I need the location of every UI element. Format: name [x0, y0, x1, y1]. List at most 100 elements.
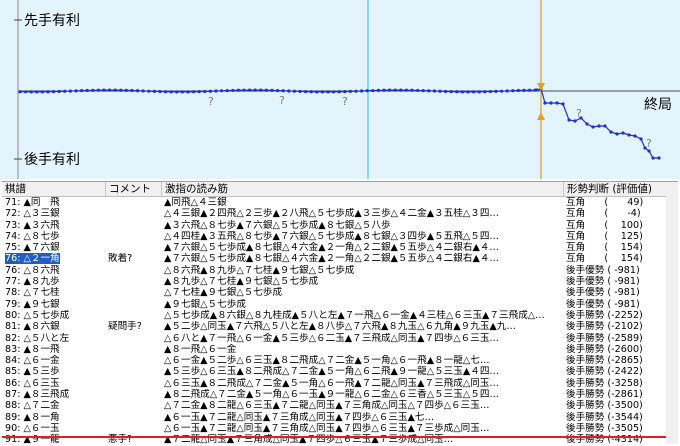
evaluation-point	[365, 89, 369, 93]
table-row[interactable]: 73: ▲３六飛 ▲３六飛△８七歩▲７六銀△５七歩成▲８七銀△５八歩 互角 ( 10…	[2, 220, 678, 231]
evaluation-cell: 後手勝勢 (-2422)	[566, 366, 643, 378]
evaluation-point	[203, 89, 207, 94]
table-row[interactable]: 74: △８七歩 △４四桂▲３五飛△８七歩▲７六銀△５七歩成▲８七銀△３四歩▲５五…	[2, 231, 678, 242]
evaluation-point	[543, 101, 547, 105]
move-text: 72: △３三銀	[5, 208, 60, 220]
header-comment[interactable]: コメント	[106, 182, 162, 196]
move-text: 75: ▲７六銀	[5, 242, 60, 254]
move-text: 73: ▲３六飛	[5, 219, 60, 231]
evaluation-point	[68, 89, 72, 93]
evaluation-cell: 後手優勢 ( -981)	[566, 287, 640, 299]
question-mark-icon: ?	[208, 95, 214, 108]
evaluation-cell: 後手勝勢 (-3258)	[566, 377, 643, 389]
table-row[interactable]: 79: ▲９七銀 ▲９七銀△５七歩成 後手優勢 ( -981)	[2, 299, 678, 310]
evaluation-point	[603, 124, 607, 128]
table-row[interactable]: 85: ▲５三歩 ▲５三歩△６三玉▲８二飛成△７二金▲５一角△６二飛▲９一龍△５三…	[2, 366, 678, 377]
evaluation-point	[609, 130, 613, 134]
evaluation-point	[231, 88, 235, 93]
sente-advantage-label: 先手有利	[24, 13, 80, 29]
evaluation-point	[483, 90, 487, 94]
evaluation-point	[376, 88, 380, 92]
move-text: 77: ▲８九歩	[5, 276, 60, 288]
move-cell: 86: △６三玉	[5, 378, 105, 389]
header-reading[interactable]: 激指の読み筋	[162, 182, 564, 196]
table-row[interactable]: 87: ▲８三飛成 ▲８二飛成△７二金▲５一角△６一玉▲９一龍△６二金△６三香△５…	[2, 389, 678, 400]
question-mark-icon: ?	[646, 137, 652, 150]
reading-cell: ▲９七銀△５七歩成	[164, 298, 246, 310]
evaluation-point	[639, 137, 643, 141]
evaluation-graph[interactable]: 先手有利 後手有利 終局 ?????	[0, 0, 680, 179]
move-cell: 85: ▲５三歩	[5, 366, 105, 377]
table-row[interactable]: 78: △７七桂 △７七桂▲９七銀△５七歩成 後手優勢 ( -981)	[2, 287, 678, 298]
evaluation-point	[455, 90, 459, 94]
header-evaluation[interactable]: 形勢判断 (評価値)	[564, 182, 678, 196]
comment-cell	[108, 355, 160, 366]
move-cell: 76: △２一角	[5, 253, 105, 265]
evaluation-point	[175, 90, 179, 94]
reading-cell: △４三銀▲２四飛△２三歩▲２八飛△５七歩成▲３三歩△４二金▲３五桂△３四…	[164, 208, 500, 220]
reading-cell: ▲同飛△４三銀	[164, 197, 227, 208]
evaluation-point	[108, 88, 112, 92]
evaluation-point	[633, 134, 637, 138]
table-row[interactable]: 77: ▲８九歩 ▲８九歩△７七桂▲９七銀△５七歩成 後手優勢 ( -981)	[2, 276, 678, 287]
move-cell: 84: △６一金	[5, 355, 105, 366]
evaluation-point	[472, 90, 476, 94]
table-row[interactable]: 76: △８六飛 △８六飛▲８九歩△７七桂▲９七銀△５七歩成 後手優勢 ( -981…	[2, 265, 678, 276]
table-row[interactable]: 89: ▲８一角 ▲６一玉▲７二龍△同玉▲７三角成△同玉▲７四歩△６三玉▲七… 後手…	[2, 412, 678, 423]
evaluation-point	[57, 89, 61, 94]
evaluation-point	[298, 89, 302, 94]
move-text: 76: △８六飛	[5, 264, 60, 276]
evaluation-point	[29, 90, 33, 94]
table-row[interactable]: 75: ▲７六銀 ▲７六銀△５七歩成▲８七銀△４六金▲２一角△２二銀▲５五歩△４二…	[2, 242, 678, 253]
evaluation-point	[522, 88, 526, 92]
table-row[interactable]: 90: △６一玉 △６一玉▲７二龍△同玉▲７三角成△同玉▲７四歩△６三玉▲７三歩成…	[2, 423, 678, 434]
move-cell: 88: △７二金	[5, 400, 105, 411]
evaluation-point	[259, 88, 263, 92]
evaluation-point	[567, 118, 571, 122]
table-row[interactable]: 86: △６三玉 △６三玉▲８二飛成△７二金▲５一角△６一飛▲７二龍△同玉▲７三飛…	[2, 378, 678, 389]
comment-cell	[108, 344, 160, 355]
table-row[interactable]: 71: ▲同 飛 ▲同飛△４三銀 互角 ( 49)	[2, 197, 678, 208]
table-row[interactable]: 76: △２一角 敗着? ▲７六銀△５七歩成▲８七銀△４六金▲２一角△２二銀▲５五歩…	[2, 253, 678, 265]
move-cell: 72: △３三銀	[5, 208, 105, 219]
table-row[interactable]: 80: △５七歩成 △５七歩成▲８六銀△８九桂成▲５八と左▲７一飛△６一金▲４三桂…	[2, 310, 678, 321]
evaluation-cell: 後手勝勢 (-2252)	[566, 309, 643, 321]
move-cell: 81: ▲８六銀	[5, 321, 105, 332]
reading-cell: ▲５二歩△同玉▲７六飛△５八と左▲８八歩△７六飛▲８九玉△６九角▲９九玉▲九…	[164, 321, 516, 333]
evaluation-point	[253, 88, 257, 92]
table-row[interactable]: 82: △５八と左 △６八と▲７一飛△６一金▲５三歩△６二玉▲７三飛成△同玉▲７四…	[2, 333, 678, 344]
evaluation-point	[130, 88, 134, 93]
move-cell: 71: ▲同 飛	[5, 197, 105, 208]
table-row[interactable]: 84: △６一金 △６一金▲５二歩△６三玉▲８二飛成△７二金▲５一角△６一飛▲８一…	[2, 355, 678, 366]
reading-cell: △５七歩成▲８六銀△８九桂成▲５八と左▲７一飛△６一金▲４三桂△６三玉▲７三飛成…	[164, 309, 545, 321]
evaluation-cell: 互角 ( 49)	[566, 197, 644, 208]
evaluation-point	[96, 88, 100, 92]
evaluation-point	[348, 89, 352, 94]
evaluation-point	[35, 90, 39, 94]
comment-cell	[108, 310, 160, 321]
comment-cell	[108, 287, 160, 298]
move-text: 79: ▲９七銀	[5, 298, 60, 310]
table-row[interactable]: 81: ▲８六銀 疑問手? ▲５二歩△同玉▲７六飛△５八と左▲８八歩△７六飛▲８九玉…	[2, 321, 678, 332]
evaluation-point	[80, 89, 84, 93]
list-header: 棋譜 コメント 激指の読み筋 形勢判断 (評価値)	[2, 182, 678, 197]
vertical-scrollbar[interactable]	[666, 194, 678, 444]
table-row[interactable]: 88: △７二金 △７二金▲８二龍△６三玉▲７二龍△同玉▲７三角成△同玉△７四歩△…	[2, 400, 678, 411]
evaluation-point	[657, 156, 661, 160]
move-cell: 75: ▲７六銀	[5, 242, 105, 253]
evaluation-point	[488, 89, 492, 94]
header-kifu[interactable]: 棋譜	[2, 182, 106, 196]
evaluation-cell: 後手優勢 ( -981)	[566, 276, 640, 288]
table-row[interactable]: 72: △３三銀 △４三銀▲２四飛△２三歩▲２八飛△５七歩成▲３三歩△４二金▲３五…	[2, 208, 678, 219]
evaluation-point	[113, 88, 117, 92]
move-text: 83: ▲８一飛	[5, 343, 60, 355]
evaluation-point	[404, 88, 408, 92]
move-cell: 74: △８七歩	[5, 231, 105, 242]
evaluation-cell: 後手勝勢 (-2589)	[566, 332, 643, 344]
move-text: 84: △６一金	[5, 355, 60, 367]
table-row[interactable]: 83: ▲８一飛 ▲８一飛△６一金 後手勝勢 (-2600)	[2, 344, 678, 355]
evaluation-point	[292, 89, 296, 93]
move-cell: 87: ▲８三飛成	[5, 389, 105, 400]
reading-cell: △８六飛▲８九歩△７七桂▲９七銀△５七歩成	[164, 264, 355, 276]
reading-cell: △６一金▲５二歩△６三玉▲８二飛成△７二金▲５一角△６一飛▲８一龍△七…	[164, 355, 490, 367]
